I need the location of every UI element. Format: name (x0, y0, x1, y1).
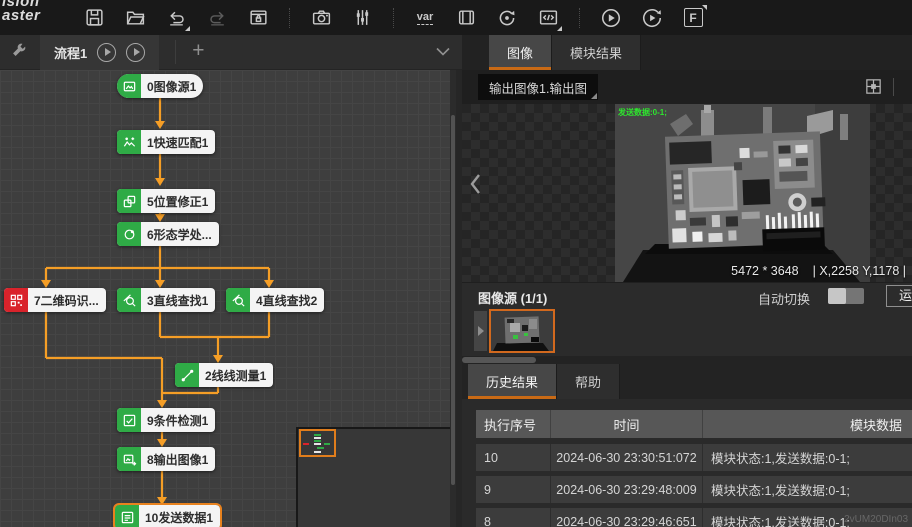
flow-node-morphology[interactable]: 6形态学处... (117, 222, 219, 246)
toolbar-separator (393, 8, 394, 28)
chevron-down-icon[interactable] (436, 43, 450, 61)
undo-icon[interactable] (164, 6, 188, 30)
table-row[interactable]: 9 2024-06-30 23:29:48:009 模块状态:1,发送数据:0-… (476, 476, 912, 503)
variable-icon[interactable]: var (413, 6, 437, 30)
tab-image[interactable]: 图像 (489, 35, 552, 70)
save-icon[interactable] (82, 6, 106, 30)
flow-node-line-measure[interactable]: 2线线测量1 (175, 363, 273, 387)
toolbar-separator (579, 8, 580, 28)
settings-sliders-icon[interactable] (350, 6, 374, 30)
flow-tab[interactable]: 流程1 (40, 35, 159, 70)
tab-history-result[interactable]: 历史结果 (468, 364, 557, 399)
run-button[interactable]: 运行 (886, 285, 912, 307)
lock-window-icon[interactable] (246, 6, 270, 30)
prev-image-icon[interactable] (468, 172, 482, 201)
image-resolution: 5472 * 3648 (731, 264, 798, 278)
col-module-data: 模块数据 (702, 410, 912, 438)
run-once-icon[interactable] (599, 6, 623, 30)
flow-node-fast-match[interactable]: 1快速匹配1 (117, 130, 215, 154)
tab-module-result[interactable]: 模块结果 (552, 35, 641, 70)
result-panel: 图像 模块结果 输出图像1.输出图 (462, 35, 912, 527)
app-logo: ision aster (2, 0, 40, 23)
image-source-icon (117, 74, 141, 98)
auto-switch-toggle[interactable] (828, 288, 864, 304)
undo-dropdown-arrow[interactable] (185, 26, 190, 31)
toolbar-separator (289, 8, 290, 28)
top-toolbar: ision aster (0, 0, 912, 35)
flow-tab-label: 流程1 (54, 43, 87, 62)
flow-node-qrcode[interactable]: 7二维码识... (4, 288, 106, 312)
format-icon[interactable]: F (681, 6, 705, 30)
table-row[interactable]: 10 2024-06-30 23:30:51:072 模块状态:1,发送数据:0… (476, 444, 912, 471)
toggle-knob (828, 288, 846, 304)
flow-header: 流程1 + (0, 35, 462, 70)
image-tabs: 图像 模块结果 (462, 35, 912, 70)
horizontal-scrollbar[interactable] (462, 356, 912, 364)
condition-check-icon (117, 408, 141, 432)
open-folder-icon[interactable] (123, 6, 147, 30)
image-source-label: 图像源 (1/1) (478, 288, 547, 307)
flow-panel: 流程1 + (0, 35, 462, 527)
logo-line2: aster (2, 9, 40, 23)
image-viewer[interactable]: 发送数据:0-1; 5472 * 3648 | X,2258 Y,1178 | (462, 104, 912, 282)
flow-node-output-image[interactable]: 8输出图像1 (117, 447, 215, 471)
run-flow-once-icon[interactable] (97, 43, 116, 62)
flow-node-line-find-1[interactable]: 3直线查找1 (117, 288, 215, 312)
flow-node-condition-check[interactable]: 9条件检测1 (117, 408, 215, 432)
run-flow-continuous-icon[interactable] (126, 43, 145, 62)
dropdown-fold-icon (591, 93, 597, 99)
line-find-icon (117, 288, 141, 312)
result-tabs: 历史结果 帮助 (462, 364, 912, 399)
script-dropdown-arrow[interactable] (557, 26, 562, 31)
line-find-icon (226, 288, 250, 312)
viewer-toolbar: 输出图像1.输出图 (462, 70, 912, 104)
image-overlay-text: 发送数据:0-1; (618, 107, 667, 118)
script-code-icon[interactable] (536, 6, 560, 30)
auto-switch-label: 自动切换 (758, 289, 810, 308)
qrcode-icon (4, 288, 28, 312)
thumbnail-image (491, 311, 553, 351)
camera-icon[interactable] (309, 6, 333, 30)
morphology-icon (117, 222, 141, 246)
format-corner (702, 5, 707, 10)
line-measure-icon (175, 363, 199, 387)
toolbar-separator (893, 78, 894, 96)
wrench-icon[interactable] (10, 41, 28, 64)
io-module-icon[interactable] (454, 6, 478, 30)
run-continuous-icon[interactable] (640, 6, 664, 30)
redo-icon[interactable] (205, 6, 229, 30)
history-table: 执行序号 时间 模块数据 10 2024-06-30 23:30:51:072 … (476, 410, 912, 527)
thumbnail-expand-icon[interactable] (474, 311, 487, 351)
app-window: ision aster (0, 0, 912, 527)
image-source-bar: 图像源 (1/1) 自动切换 运行 (462, 282, 912, 308)
fit-view-icon[interactable] (864, 77, 883, 101)
canvas-vertical-scrollbar[interactable] (450, 70, 456, 527)
add-flow-button[interactable]: + (175, 40, 204, 64)
pcb-photo (615, 104, 870, 282)
col-time: 时间 (550, 410, 702, 438)
scrollbar-handle[interactable] (451, 115, 455, 485)
fast-match-icon (117, 130, 141, 154)
output-image-icon (117, 447, 141, 471)
flow-canvas[interactable]: 0图像源1 1快速匹配1 5位置修正1 (0, 70, 456, 527)
watermark-text: 2vUM20DIn03 (844, 514, 908, 525)
flow-node-position-correct[interactable]: 5位置修正1 (117, 189, 215, 213)
minimap[interactable] (296, 427, 456, 527)
global-retry-icon[interactable] (495, 6, 519, 30)
image-source-dropdown[interactable]: 输出图像1.输出图 (478, 74, 598, 100)
table-header-row: 执行序号 时间 模块数据 (476, 410, 912, 438)
scrollbar-handle[interactable] (462, 357, 536, 363)
cursor-coordinates: | X,2258 Y,1178 | (813, 264, 906, 278)
col-exec-index: 执行序号 (476, 410, 550, 438)
tab-help[interactable]: 帮助 (557, 364, 620, 399)
minimap-viewport[interactable] (299, 429, 336, 457)
image-thumbnail[interactable] (489, 309, 555, 353)
flow-node-line-find-2[interactable]: 4直线查找2 (226, 288, 324, 312)
viewer-status: 5472 * 3648 | X,2258 Y,1178 | (731, 264, 906, 278)
flow-node-send-data[interactable]: 10发送数据1 (115, 505, 220, 527)
position-correct-icon (117, 189, 141, 213)
flow-node-image-source[interactable]: 0图像源1 (117, 74, 203, 98)
thumbnail-strip (462, 308, 912, 356)
send-data-icon (115, 505, 139, 527)
